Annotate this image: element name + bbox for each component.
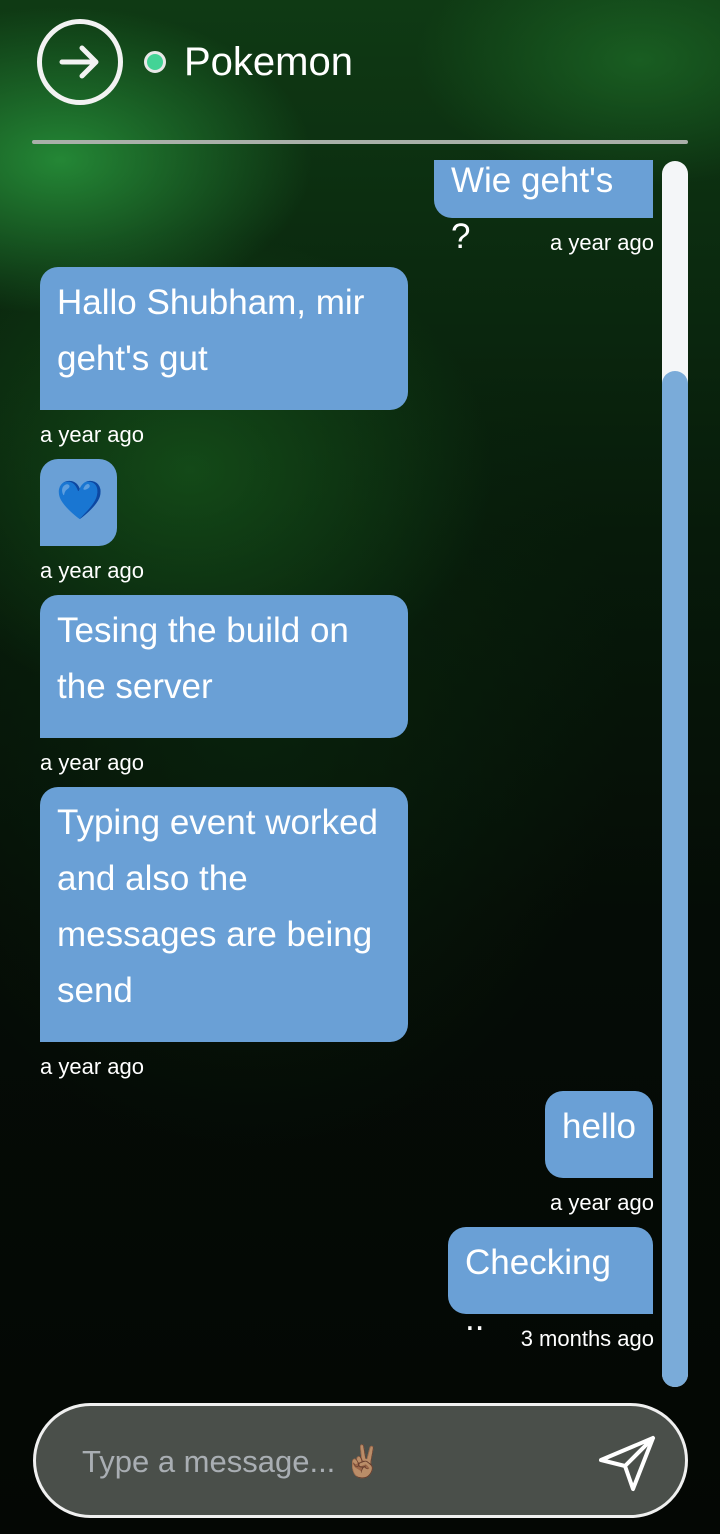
message-text: Typing event worked and also the message… bbox=[57, 803, 379, 1010]
header-divider bbox=[32, 140, 688, 144]
message-bubble-outgoing[interactable]: hello bbox=[545, 1091, 653, 1178]
message-timestamp: 3 months ago bbox=[520, 1326, 654, 1351]
contact-name[interactable]: Pokemon bbox=[184, 38, 353, 86]
message-text: Tesing the build on the server bbox=[57, 611, 349, 706]
scrollbar-thumb[interactable] bbox=[662, 371, 688, 1387]
back-button[interactable] bbox=[37, 19, 123, 105]
send-button[interactable] bbox=[592, 1430, 662, 1496]
message-bubble-incoming[interactable]: Hallo Shubham, mir geht's gut bbox=[40, 267, 408, 410]
send-icon bbox=[599, 1436, 655, 1491]
blue-heart-emoji: 💙 bbox=[56, 480, 104, 522]
message-bubble-incoming[interactable]: 💙 bbox=[40, 459, 117, 546]
arrow-right-circle-icon bbox=[59, 45, 99, 79]
message-timestamp: a year ago bbox=[40, 750, 144, 775]
message-text: Checking .. bbox=[465, 1243, 611, 1338]
online-status-indicator bbox=[144, 51, 166, 73]
message-bubble-incoming[interactable]: Tesing the build on the server bbox=[40, 595, 408, 738]
message-timestamp: a year ago bbox=[550, 230, 654, 255]
message-input[interactable] bbox=[82, 1434, 602, 1490]
chat-header: Pokemon bbox=[0, 0, 720, 145]
message-timestamp: a year ago bbox=[550, 1190, 654, 1215]
message-bubble-incoming[interactable]: Typing event worked and also the message… bbox=[40, 787, 408, 1042]
message-text: Hallo Shubham, mir geht's gut bbox=[57, 283, 365, 378]
message-timestamp: a year ago bbox=[40, 1054, 144, 1079]
message-composer bbox=[33, 1403, 688, 1518]
message-bubble-outgoing[interactable]: Wie geht's ? bbox=[434, 160, 653, 256]
message-timestamp: a year ago bbox=[40, 422, 144, 447]
message-timestamp: a year ago bbox=[40, 558, 144, 583]
message-text: hello bbox=[562, 1107, 636, 1146]
message-list[interactable]: Wie geht's ? a year ago Hallo Shubham, m… bbox=[0, 160, 720, 1388]
message-bubble-outgoing[interactable]: Checking .. bbox=[448, 1227, 653, 1338]
